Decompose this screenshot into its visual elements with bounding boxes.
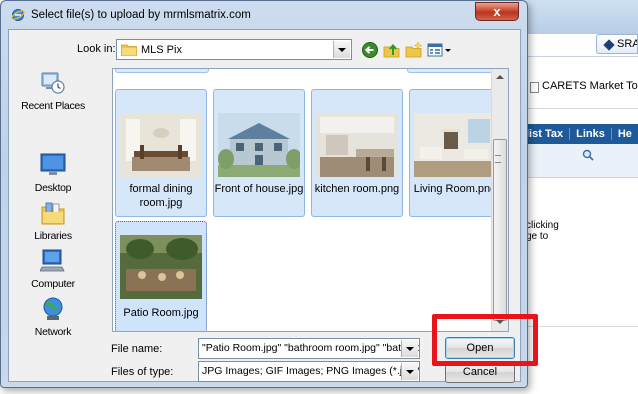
file-name-label: kitchen room.png: [314, 183, 400, 195]
place-label: Libraries: [34, 230, 72, 242]
scrollbar-thumb[interactable]: [493, 139, 507, 321]
background-nav-bar: list Tax Links He: [520, 124, 638, 144]
scrollbar-grip-icon: [495, 155, 501, 163]
file-name-label: Front of house.jpg: [214, 183, 304, 195]
thumbnail-living-room: [414, 113, 496, 177]
places-bar: Recent Places Desktop Libraries Computer…: [13, 66, 101, 342]
background-titlebar: [520, 0, 638, 34]
place-label: Computer: [31, 278, 75, 290]
background-search-bar: [520, 144, 638, 178]
place-computer[interactable]: Computer: [13, 248, 93, 298]
file-tile-partial[interactable]: [407, 69, 501, 73]
internet-explorer-icon: [11, 9, 25, 21]
sra-diamond-icon: [603, 39, 615, 51]
place-label: Desktop: [34, 182, 72, 194]
chevron-down-icon[interactable]: [333, 41, 350, 58]
files-of-type-label: Files of type:: [111, 366, 174, 378]
file-upload-dialog: Select file(s) to upload by mrmlsmatrix.…: [0, 0, 528, 388]
background-body-text: clicking ge to: [526, 220, 559, 242]
cancel-button[interactable]: Cancel: [445, 361, 515, 383]
nav-item-links[interactable]: Links: [570, 128, 612, 140]
new-folder-icon[interactable]: [405, 41, 423, 59]
background-sra-button[interactable]: SRA: [596, 34, 638, 54]
vertical-scrollbar[interactable]: [491, 69, 508, 331]
file-item-living-room[interactable]: Living Room.png: [409, 89, 501, 217]
look-in-dropdown[interactable]: MLS Pix: [116, 39, 352, 60]
page-icon: [530, 82, 539, 93]
dialog-title: Select file(s) to upload by mrmlsmatrix.…: [31, 9, 251, 21]
thumbnail-kitchen-room: [316, 113, 398, 177]
place-network[interactable]: Network: [13, 296, 93, 346]
place-label: Recent Places: [21, 100, 85, 112]
place-label: Network: [34, 326, 72, 338]
file-name-label: Living Room.png: [413, 183, 497, 195]
dialog-titlebar[interactable]: Select file(s) to upload by mrmlsmatrix.…: [1, 1, 527, 29]
open-button[interactable]: Open: [445, 337, 515, 359]
network-icon: [43, 297, 63, 320]
file-name-label: formal dining room.jpg: [129, 183, 193, 209]
file-item-kitchen-room[interactable]: kitchen room.png: [311, 89, 403, 217]
look-in-label: Look in:: [77, 43, 116, 55]
view-menu-icon[interactable]: [427, 41, 453, 59]
file-name-label: Patio Room.jpg: [123, 307, 199, 319]
close-icon: x: [493, 4, 501, 19]
look-in-value: MLS Pix: [141, 44, 182, 56]
chevron-down-icon[interactable]: [401, 363, 418, 380]
file-item-front-of-house[interactable]: Front of house.jpg: [213, 89, 305, 217]
scroll-up-icon[interactable]: [492, 69, 508, 86]
file-item-patio-room[interactable]: Patio Room.jpg: [115, 221, 207, 331]
thumbnail-patio-room: [120, 235, 202, 299]
background-separator: [520, 326, 638, 327]
files-of-type-dropdown[interactable]: JPG Images; GIF Images; PNG Images (*.jp…: [198, 361, 420, 382]
folder-icon: [121, 44, 137, 56]
background-carets-tab[interactable]: CARETS Market Too: [528, 80, 638, 100]
file-name-label: File name:: [111, 343, 163, 355]
file-tile-partial[interactable]: [115, 69, 209, 73]
thumbnail-formal-dining-room: [120, 113, 202, 177]
place-libraries[interactable]: Libraries: [13, 200, 93, 250]
up-folder-icon[interactable]: [383, 41, 401, 59]
place-desktop[interactable]: Desktop: [13, 152, 93, 202]
scroll-down-icon[interactable]: [492, 314, 508, 331]
close-button[interactable]: x: [475, 2, 519, 21]
background-separator: [520, 56, 638, 57]
back-arrow-icon[interactable]: [361, 41, 379, 59]
recent-places-icon: [41, 72, 65, 94]
computer-icon: [40, 249, 65, 272]
place-recent-places[interactable]: Recent Places: [13, 70, 93, 120]
chevron-down-icon[interactable]: [401, 340, 418, 357]
desktop-icon: [40, 153, 66, 175]
file-list-view[interactable]: formal dining room.jpg Front of house.jp…: [112, 68, 509, 332]
file-item-formal-dining-room[interactable]: formal dining room.jpg: [115, 89, 207, 217]
file-name-input[interactable]: "Patio Room.jpg" "bathroom room.jpg" "ba…: [198, 338, 420, 359]
background-separator: [520, 108, 638, 109]
thumbnail-front-of-house: [218, 113, 300, 177]
libraries-icon: [41, 202, 65, 225]
nav-item-help[interactable]: He: [612, 128, 638, 140]
search-icon[interactable]: [582, 149, 594, 161]
dialog-body: Look in: MLS Pix Recent Places Desktop L…: [8, 29, 521, 383]
